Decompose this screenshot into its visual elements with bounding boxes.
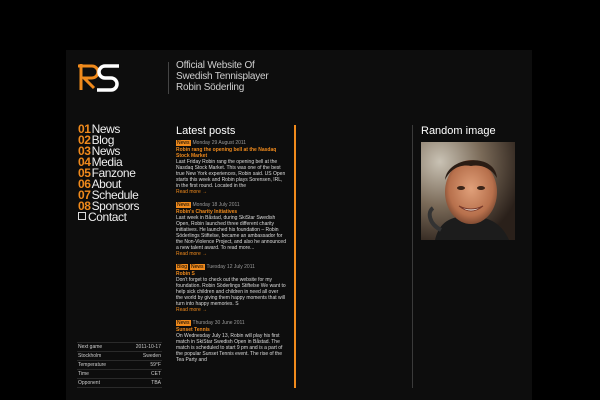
info-label: Opponent <box>78 380 100 386</box>
post-item: News Thursday 30 June 2011 Sunset Tennis … <box>176 320 286 363</box>
latest-posts-list: News Monday 29 August 2011 Robin rang the… <box>176 140 286 400</box>
info-label: Temperature <box>78 362 107 368</box>
post-tag[interactable]: News <box>176 320 191 326</box>
post-meta: News Thursday 30 June 2011 <box>176 320 286 327</box>
header-divider <box>168 62 169 94</box>
post-meta: News Monday 18 July 2011 <box>176 202 286 209</box>
post-item: News Monday 29 August 2011 Robin rang the… <box>176 140 286 196</box>
post-date: Monday 29 August 2011 <box>192 140 247 146</box>
info-value: CET <box>151 371 161 377</box>
info-row: Stockholm Sweden <box>77 352 162 361</box>
tagline-line-1: Official Website Of <box>176 60 255 71</box>
random-image-photo[interactable] <box>421 142 515 240</box>
post-body: Don't forget to check out the website fo… <box>176 277 286 307</box>
post-meta: Blog News Tuesday 12 July 2011 <box>176 264 286 271</box>
post-date: Thursday 30 June 2011 <box>192 320 245 326</box>
post-tag[interactable]: News <box>176 140 191 146</box>
info-value: 59°F <box>150 362 161 368</box>
post-body: Last Friday Robin rang the opening bell … <box>176 159 286 189</box>
post-title[interactable]: Robin rang the opening bell at the Nasda… <box>176 147 286 159</box>
info-value: TBA <box>151 380 161 386</box>
post-tag[interactable]: News <box>190 264 205 270</box>
post-item: Blog News Tuesday 12 July 2011 Robin S Don… <box>176 264 286 314</box>
info-row: Next game 2011-10-17 <box>77 343 162 352</box>
post-meta: News Monday 29 August 2011 <box>176 140 286 147</box>
site-tagline: Official Website Of Swedish Tennisplayer… <box>176 60 269 93</box>
info-row: Time CET <box>77 370 162 379</box>
info-row: Opponent TBA <box>77 379 162 388</box>
nav-item-contact[interactable]: Contact <box>78 210 139 224</box>
info-value: Sweden <box>142 353 161 359</box>
rs-logo[interactable] <box>78 60 124 94</box>
contact-square-icon <box>78 212 86 220</box>
tagline-line-3: Robin Söderling <box>176 82 245 93</box>
read-more-link[interactable]: Read more → <box>176 251 286 258</box>
column-divider <box>412 125 413 388</box>
next-game-info: Next game 2011-10-17 Stockholm Sweden Temp… <box>77 342 162 388</box>
read-more-link[interactable]: Read more → <box>176 307 286 314</box>
random-image-heading: Random image <box>421 125 496 137</box>
post-date: Monday 18 July 2011 <box>192 202 240 208</box>
post-body: On Wednesday July 13, Robin will play hi… <box>176 333 283 363</box>
latest-posts-heading: Latest posts <box>176 125 236 137</box>
tagline-line-2: Swedish Tennisplayer <box>176 71 269 82</box>
post-item: News Monday 18 July 2011 Robin's Charity … <box>176 202 286 258</box>
info-row: Temperature 59°F <box>77 361 162 370</box>
post-body: Last week in Båstad, during SkiStar Swed… <box>176 215 286 251</box>
post-date: Tuesday 12 July 2011 <box>206 264 255 270</box>
info-label: Stockholm <box>78 353 102 359</box>
nav-label: Contact <box>88 210 127 224</box>
posts-accent-line <box>294 125 296 388</box>
main-navigation: 01News 02Blog 03News 04Media 05Fanzone 0… <box>78 123 139 224</box>
info-value: 2011-10-17 <box>135 344 161 350</box>
info-label: Time <box>78 371 89 377</box>
read-more-link[interactable]: Read more → <box>176 189 286 196</box>
post-tag[interactable]: News <box>176 202 191 208</box>
info-label: Next game <box>78 344 103 350</box>
post-tag[interactable]: Blog <box>176 264 189 270</box>
